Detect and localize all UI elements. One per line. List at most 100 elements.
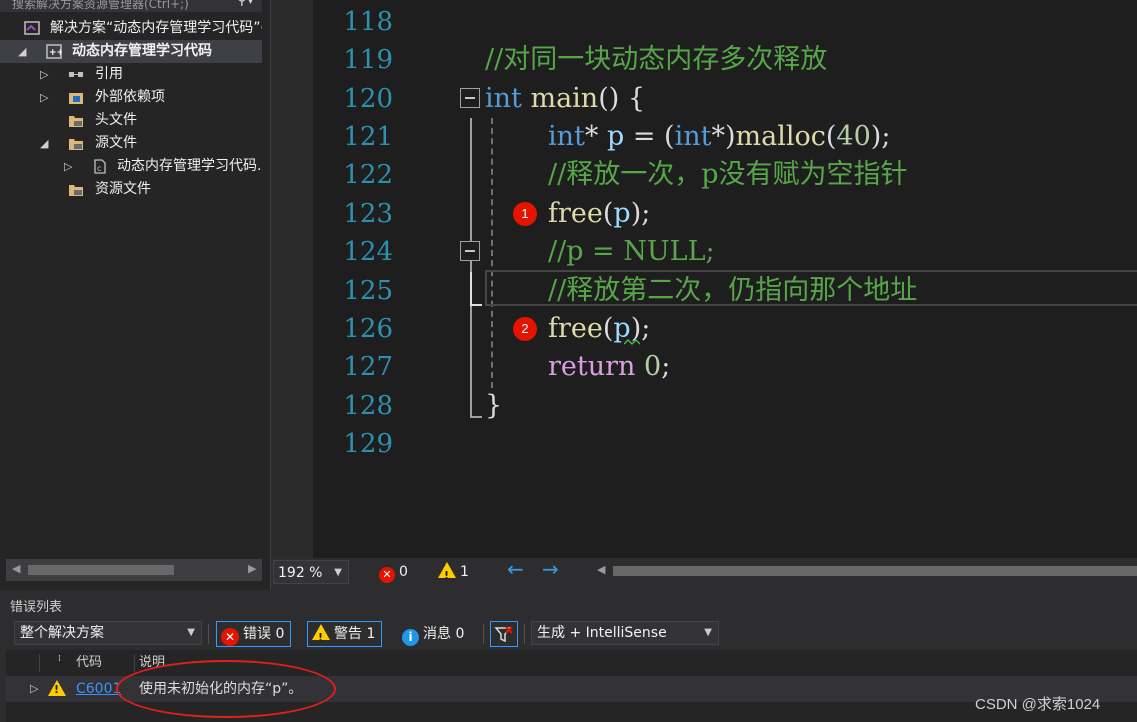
squiggle-icon <box>624 338 640 346</box>
tree-item-label: 源文件 <box>95 135 137 151</box>
solution-horizontal-scrollbar[interactable]: ◀ ▶ <box>6 559 262 581</box>
tree-item-label: 解决方案“动态内存管理学习代码”(1 个项目/共 1 个) <box>50 20 262 36</box>
tree-item-header-files[interactable]: 头文件 <box>0 109 262 132</box>
sort-icon[interactable]: ⁞ <box>58 646 61 672</box>
code-line-121[interactable]: int* p = (int*)malloc(40); <box>548 118 890 156</box>
line-number: 122 <box>343 160 393 190</box>
scrollbar-thumb[interactable] <box>28 565 174 575</box>
line-number: 127 <box>343 352 393 382</box>
expand-row-icon[interactable]: ▷ <box>30 676 38 702</box>
filter-toggle-button[interactable] <box>490 621 518 647</box>
folder-filter-icon <box>69 116 83 127</box>
scroll-right-icon[interactable]: ▶ <box>248 562 256 575</box>
outline-bracket-highlight <box>470 272 472 306</box>
editor-left-margin <box>271 0 313 558</box>
c-file-icon: c <box>94 159 106 174</box>
scope-select[interactable]: 整个解决方案 ▼ <box>14 621 202 645</box>
code-line-123[interactable]: free(p); <box>548 195 650 233</box>
warning-icon <box>312 624 330 650</box>
error-icon: ✕ <box>221 628 239 646</box>
arrow-right-icon[interactable]: → <box>542 557 559 581</box>
messages-filter-button[interactable]: i 消息 0 <box>397 621 472 647</box>
line-number: 129 <box>343 429 393 459</box>
column-separator <box>134 654 135 672</box>
source-select[interactable]: 生成 + IntelliSense ▼ <box>531 621 719 645</box>
search-icon[interactable]: ⚲▾ <box>237 0 254 7</box>
scroll-left-icon[interactable]: ◀ <box>12 562 20 575</box>
solution-explorer-panel: 搜索解决方案资源管理器(Ctrl+;) ⚲▾ 解决方案“动态内存管理学习代码”(… <box>0 0 271 590</box>
zoom-select[interactable]: 192 % ▼ <box>273 560 349 584</box>
chevron-down-icon: ▼ <box>187 627 195 638</box>
tree-item-resource-files[interactable]: 资源文件 <box>0 178 262 201</box>
tree-item-source-files[interactable]: ◢ 源文件 <box>0 132 262 155</box>
info-icon: i <box>402 629 419 646</box>
error-icon: ✕ <box>379 567 395 583</box>
line-number: 119 <box>343 45 393 75</box>
collapse-comment-icon[interactable] <box>460 241 480 261</box>
code-line-122[interactable]: //释放一次，p没有赋为空指针 <box>548 156 907 194</box>
folder-filter-icon <box>69 185 83 196</box>
zoom-value: 192 % <box>278 565 323 581</box>
code-line-120[interactable]: int main() { <box>485 80 645 118</box>
warnings-filter-button[interactable]: 警告 1 <box>307 621 383 650</box>
column-header-code[interactable]: 代码 <box>76 650 102 676</box>
scroll-left-icon[interactable]: ◀ <box>597 558 605 582</box>
chevron-down-icon: ▼ <box>334 567 342 578</box>
tree-item-external-deps[interactable]: ▷ 外部依赖项 <box>0 86 262 109</box>
errors-filter-button[interactable]: ✕ 错误 0 <box>216 621 292 647</box>
references-icon <box>69 72 83 77</box>
editor-horizontal-scrollbar[interactable]: ◀ <box>597 563 1137 578</box>
collapsed-arrow-icon[interactable]: ▷ <box>40 63 48 86</box>
chevron-down-icon: ▼ <box>704 627 712 638</box>
collapsed-arrow-icon[interactable]: ▷ <box>64 155 72 178</box>
outline-bracket-end <box>470 416 482 418</box>
expanded-arrow-icon[interactable]: ◢ <box>18 40 26 63</box>
tree-item-references[interactable]: ▷ 引用 <box>0 63 262 86</box>
collapse-main-icon[interactable] <box>460 88 480 108</box>
error-count-indicator[interactable]: ✕ 0 <box>379 560 408 584</box>
tree-item-project[interactable]: ◢ ++ 动态内存管理学习代码 <box>0 40 262 63</box>
code-line-119[interactable]: //对同一块动态内存多次释放 <box>485 41 827 79</box>
line-number: 124 <box>343 237 393 267</box>
folder-filter-icon <box>69 139 83 150</box>
solution-icon <box>24 21 40 35</box>
row-code-link[interactable]: C6001 <box>76 676 121 702</box>
tree-item-label: 动态内存管理学习代码 <box>72 43 212 59</box>
svg-text:++: ++ <box>49 48 62 58</box>
line-number: 125 <box>343 276 393 306</box>
line-number: 126 <box>343 314 393 344</box>
tree-item-solution[interactable]: 解决方案“动态内存管理学习代码”(1 个项目/共 1 个) <box>0 17 262 40</box>
project-icon: ++ <box>46 44 62 59</box>
editor-status-bar: 192 % ▼ ✕0 1 ← → ◀ <box>271 557 1137 590</box>
line-number: 128 <box>343 391 393 421</box>
warning-icon <box>438 562 456 588</box>
marker-1-icon: 1 <box>513 202 537 226</box>
error-list-title: 错误列表 <box>10 600 63 615</box>
code-line-125[interactable]: //释放第二次，仍指向那个地址 <box>548 272 917 310</box>
toolbar-separator <box>483 624 484 644</box>
tree-item-label: 动态内存管理学习代码.c <box>117 158 262 174</box>
tree-item-c-file[interactable]: ▷ c 动态内存管理学习代码.c <box>0 155 262 178</box>
code-line-124[interactable]: //p = NULL; <box>548 233 715 271</box>
arrow-left-icon[interactable]: ← <box>507 557 524 581</box>
annotation-ellipse <box>116 660 336 718</box>
tree-item-label: 引用 <box>95 66 123 82</box>
solution-search-input[interactable]: 搜索解决方案资源管理器(Ctrl+;) ⚲▾ <box>0 0 262 12</box>
line-number: 123 <box>343 199 393 229</box>
collapsed-arrow-icon[interactable]: ▷ <box>40 86 48 109</box>
indent-guide <box>491 118 493 388</box>
tree-item-label: 资源文件 <box>95 181 151 197</box>
code-line-127[interactable]: return 0; <box>548 348 670 386</box>
code-line-128[interactable]: } <box>485 387 502 425</box>
tree-item-label: 外部依赖项 <box>95 89 165 105</box>
warning-count: 1 <box>460 564 469 580</box>
row-warning-icon <box>48 680 70 698</box>
toolbar-separator <box>208 624 209 644</box>
scrollbar-thumb[interactable] <box>613 566 1137 576</box>
warning-count-indicator[interactable]: 1 <box>438 560 469 588</box>
code-editor[interactable]: 118 119 120 121 122 123 124 125 126 127 … <box>313 0 1137 558</box>
toolbar-separator <box>524 624 525 644</box>
expanded-arrow-icon[interactable]: ◢ <box>40 132 48 155</box>
filter-icon <box>494 626 513 643</box>
line-number: 121 <box>343 122 393 152</box>
